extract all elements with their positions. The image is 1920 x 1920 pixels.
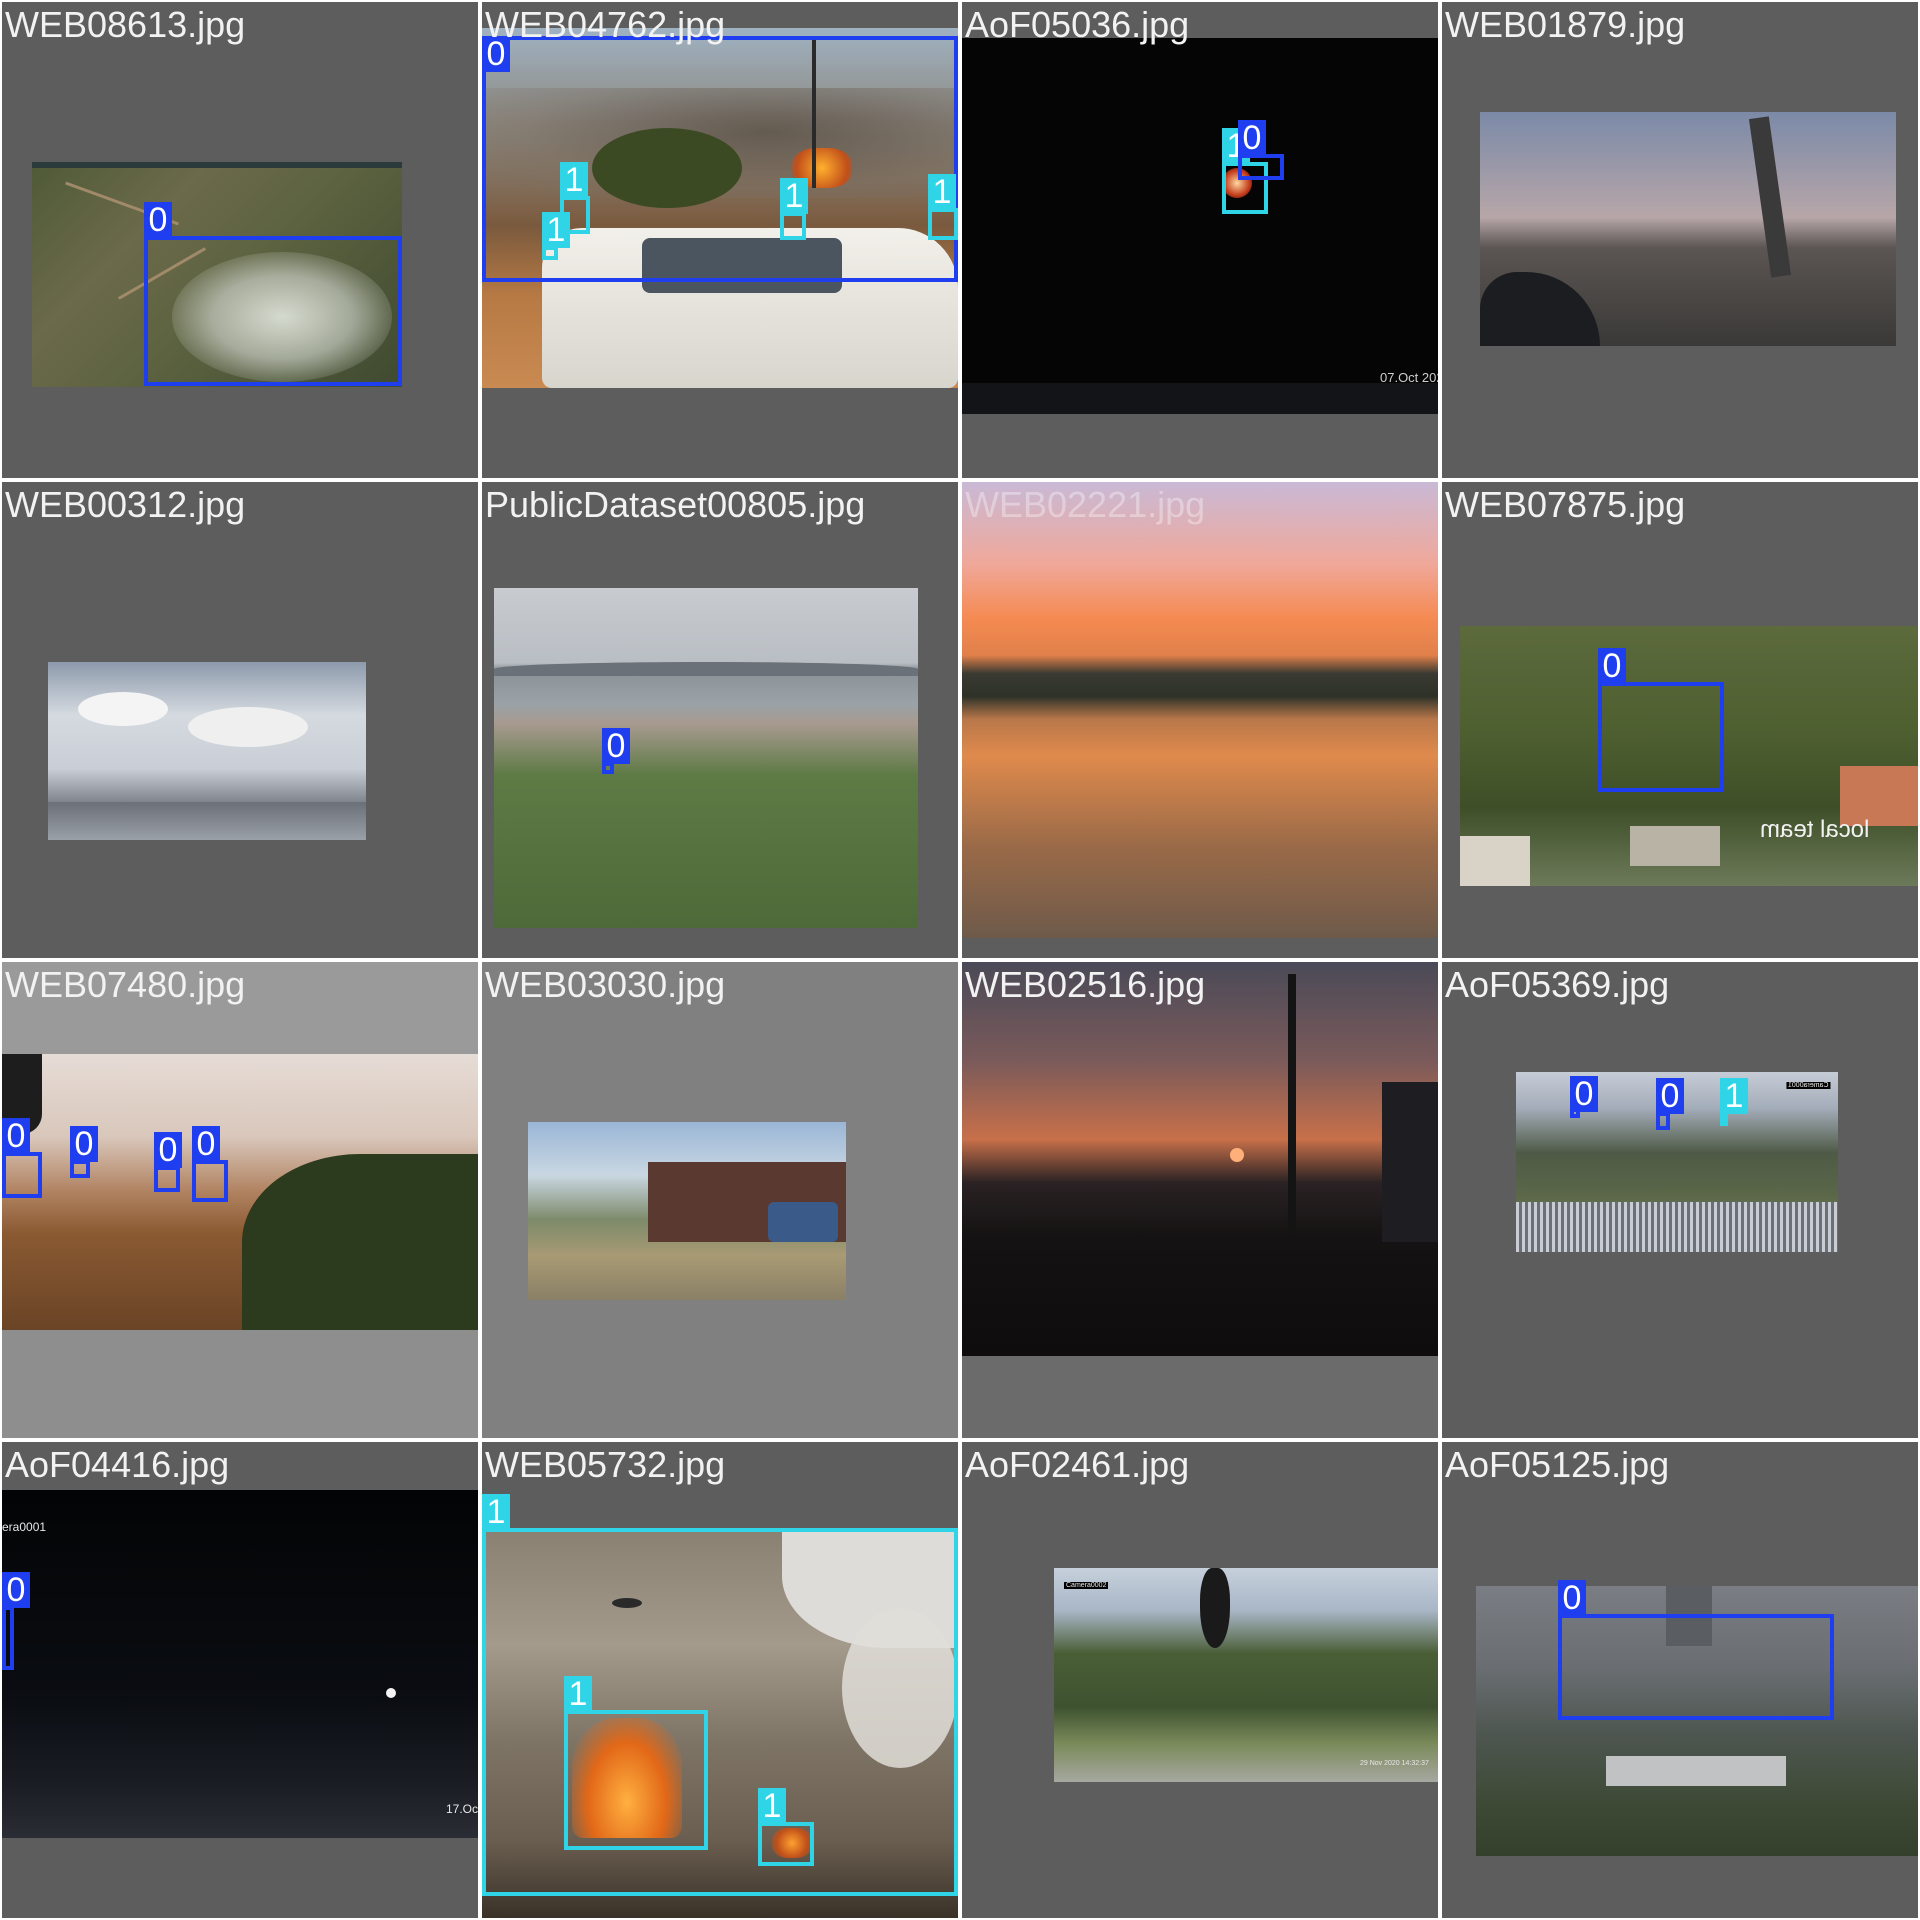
grid-tile[interactable]: WEB03030.jpg	[482, 962, 958, 1438]
tile-filename: WEB04762.jpg	[485, 4, 726, 45]
smoke-detection-box: 0	[1558, 1580, 1834, 1720]
fire-detection-box: 1	[564, 1676, 708, 1850]
tile-filename: WEB07875.jpg	[1445, 484, 1686, 525]
smoke-detection-box: 0	[1598, 648, 1724, 792]
town-valley-photo	[494, 588, 918, 928]
smoke-detection-box: 0	[144, 202, 402, 386]
class-label: 1	[542, 212, 570, 248]
smoke-detection-box: 0	[70, 1126, 98, 1178]
night-camera-photo: 07.Oct 202	[962, 38, 1438, 414]
tile-filename: WEB05732.jpg	[485, 1444, 726, 1485]
grid-tile[interactable]: 07.Oct 202 AoF05036.jpg 1 0	[962, 2, 1438, 478]
class-label: 0	[154, 1132, 182, 1168]
sunset-street-photo	[962, 962, 1438, 1356]
grid-tile[interactable]: AoF05125.jpg 0	[1442, 1442, 1918, 1918]
ranch-house-photo	[528, 1122, 846, 1300]
fire-detection-box: 1	[758, 1788, 814, 1866]
image-grid: WEB08613.jpg 0 WEB04762.jpg 0 1 1 1 1 07…	[0, 0, 1920, 1920]
grid-tile[interactable]: era0001 17.Oc AoF04416.jpg 0	[2, 1442, 478, 1918]
camera-timestamp: 29 Nov 2020 14:32:37	[1360, 1760, 1429, 1767]
smoke-detection-box: 0	[154, 1132, 182, 1192]
tile-filename: PublicDataset00805.jpg	[485, 484, 866, 525]
smoke-detection-box: 0	[192, 1126, 228, 1202]
grid-tile[interactable]: WEB01879.jpg	[1442, 2, 1918, 478]
tile-filename: AoF04416.jpg	[5, 1444, 230, 1485]
grid-tile[interactable]: WEB02221.jpg	[962, 482, 1438, 958]
camera-name: Camera0002	[1064, 1582, 1109, 1589]
grid-tile[interactable]: WEB07480.jpg 0 0 0 0	[2, 962, 478, 1438]
class-label: 0	[70, 1126, 98, 1162]
tile-filename: WEB07480.jpg	[5, 964, 246, 1005]
fire-detection-box: 1	[928, 174, 958, 240]
class-label: 1	[482, 1494, 510, 1530]
grid-tile[interactable]: WEB07875.jpg local team 0	[1442, 482, 1918, 958]
tile-filename: AoF05125.jpg	[1445, 1444, 1670, 1485]
class-label: 1	[928, 174, 956, 210]
grid-tile[interactable]: AoF05369.jpg Camera0001 0 0 1	[1442, 962, 1918, 1438]
tile-filename: AoF05036.jpg	[965, 4, 1190, 45]
smoke-column-photo: Camera0002 29 Nov 2020 14:32:37	[1054, 1568, 1438, 1782]
grid-tile[interactable]: PublicDataset00805.jpg 0	[482, 482, 958, 958]
grid-tile[interactable]: WEB04762.jpg 0 1 1 1 1	[482, 2, 958, 478]
smoke-detection-box: 0	[1238, 120, 1284, 180]
smoke-detection-box: 0	[2, 1572, 30, 1670]
grid-tile[interactable]: WEB05732.jpg 1 1 1	[482, 1442, 958, 1918]
fire-detection-box: 1	[1720, 1078, 1748, 1126]
class-label: 1	[780, 178, 808, 214]
dusk-road-photo	[1480, 112, 1896, 346]
class-label: 1	[560, 162, 588, 198]
class-label: 1	[1720, 1078, 1748, 1114]
camera-name: Camera0001	[1786, 1082, 1831, 1089]
smoke-detection-box: 0	[602, 728, 630, 774]
class-label: 1	[758, 1788, 786, 1824]
fire-detection-box: 1	[780, 178, 808, 240]
fire-detection-box: 1	[482, 1494, 958, 1896]
class-label: 0	[2, 1118, 30, 1154]
class-label: 0	[2, 1572, 30, 1608]
hillside-fire-photo	[2, 1054, 478, 1330]
fire-detection-box: 1	[542, 212, 570, 260]
class-label: 0	[1570, 1076, 1598, 1112]
smoke-detection-box: 0	[1570, 1076, 1598, 1118]
smoke-detection-box: 0	[1656, 1078, 1684, 1130]
class-label: 0	[1656, 1078, 1684, 1114]
grid-tile[interactable]: WEB08613.jpg 0	[2, 2, 478, 478]
grid-tile[interactable]: AoF02461.jpg Camera0002 29 Nov 2020 14:3…	[962, 1442, 1438, 1918]
class-label: 0	[1598, 648, 1626, 684]
tile-filename: WEB00312.jpg	[5, 484, 246, 525]
camera-timestamp: 07.Oct 202	[1380, 370, 1438, 385]
tile-filename: WEB02221.jpg	[965, 484, 1206, 525]
grid-tile[interactable]: WEB00312.jpg	[2, 482, 478, 958]
tile-filename: AoF02461.jpg	[965, 1444, 1190, 1485]
night-camera-photo: era0001 17.Oc	[2, 1490, 478, 1838]
tile-filename: WEB03030.jpg	[485, 964, 726, 1005]
watermark-text: local team	[1760, 816, 1870, 843]
tile-filename: WEB02516.jpg	[965, 964, 1206, 1005]
city-clouds-photo	[48, 662, 366, 840]
tile-filename: WEB08613.jpg	[5, 4, 246, 45]
class-label: 0	[1558, 1580, 1586, 1616]
grid-tile[interactable]: WEB02516.jpg	[962, 962, 1438, 1438]
camera-name: era0001	[2, 1520, 47, 1534]
class-label: 1	[564, 1676, 592, 1712]
tile-filename: AoF05369.jpg	[1445, 964, 1670, 1005]
sunset-river-photo	[962, 482, 1438, 938]
class-label: 0	[602, 728, 630, 764]
camera-timestamp: 17.Oc	[446, 1802, 478, 1816]
tile-filename: WEB01879.jpg	[1445, 4, 1686, 45]
class-label: 0	[1238, 120, 1266, 156]
class-label: 0	[192, 1126, 220, 1162]
smoke-detection-box: 0	[2, 1118, 42, 1198]
class-label: 0	[144, 202, 172, 238]
